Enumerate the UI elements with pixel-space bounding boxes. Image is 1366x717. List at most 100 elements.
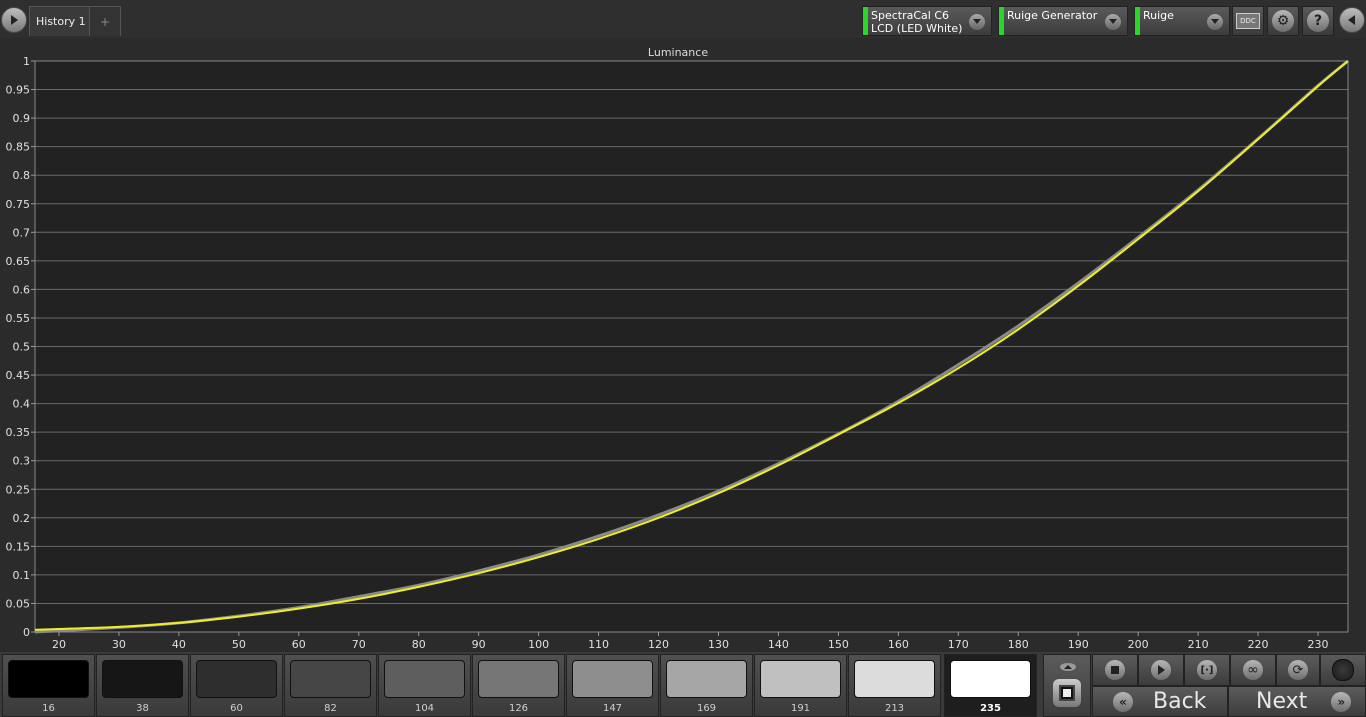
plus-icon: + [99, 14, 111, 29]
swatch-label: 126 [508, 703, 529, 714]
swatch-169[interactable]: 169 [660, 654, 753, 717]
swatch-label: 60 [230, 703, 243, 714]
help-button[interactable]: ? [1302, 6, 1334, 36]
display-status-indicator [1135, 7, 1140, 35]
swatch-104[interactable]: 104 [378, 654, 471, 717]
x-tick-label: 70 [352, 638, 366, 651]
swatch-color [384, 660, 465, 698]
y-tick-label: 0.4 [13, 398, 31, 411]
swatch-82[interactable]: 82 [284, 654, 377, 717]
x-tick-label: 160 [888, 638, 909, 651]
meter-status-indicator [863, 7, 868, 35]
swatch-191[interactable]: 191 [754, 654, 847, 717]
back-label: Back [1153, 689, 1207, 714]
double-right-arrow-icon: » [1331, 691, 1352, 712]
swatch-147[interactable]: 147 [566, 654, 659, 717]
x-tick-label: 50 [232, 638, 246, 651]
swatch-color [8, 660, 89, 698]
generator-dropdown[interactable]: Ruige Generator [998, 6, 1128, 36]
swatch-label: 38 [136, 703, 149, 714]
y-tick-label: 0.1 [13, 569, 31, 582]
swatch-label: 147 [602, 703, 623, 714]
swatch-38[interactable]: 38 [96, 654, 189, 717]
ddc-monitor-icon: DDC [1236, 13, 1260, 29]
x-tick-label: 190 [1068, 638, 1089, 651]
swatch-126[interactable]: 126 [472, 654, 565, 717]
swatch-color [950, 660, 1031, 698]
x-tick-label: 230 [1308, 638, 1329, 651]
expand-panel-button[interactable] [1, 7, 27, 33]
continuous-measure-button[interactable]: ∞ [1230, 654, 1276, 686]
swatch-60[interactable]: 60 [190, 654, 283, 717]
swatch-color [102, 660, 183, 698]
next-label: Next [1256, 689, 1308, 714]
swatch-label: 104 [414, 703, 435, 714]
x-tick-label: 110 [588, 638, 609, 651]
swatch-label: 16 [42, 703, 55, 714]
tab-label: History 1 [36, 15, 86, 28]
x-tick-label: 170 [948, 638, 969, 651]
x-tick-label: 210 [1188, 638, 1209, 651]
refresh-icon: ⟳ [1288, 660, 1308, 680]
swatch-16[interactable]: 16 [2, 654, 95, 717]
swatch-label: 213 [884, 703, 905, 714]
y-tick-label: 0.5 [13, 341, 31, 354]
y-tick-label: 0.15 [6, 540, 31, 553]
window-pattern-icon [1053, 679, 1081, 707]
y-tick-label: 0.45 [6, 369, 31, 382]
x-tick-label: 120 [648, 638, 669, 651]
play-arrow-icon [11, 15, 18, 25]
gear-icon: ⚙ [1272, 10, 1294, 32]
settings-button[interactable]: ⚙ [1267, 6, 1299, 36]
chart-title: Luminance [648, 46, 708, 59]
tab-history-1[interactable]: History 1 [29, 6, 93, 36]
y-tick-label: 0.3 [13, 455, 31, 468]
collapse-panel-button[interactable] [1339, 7, 1365, 33]
x-tick-label: 80 [412, 638, 426, 651]
chevron-down-icon [969, 14, 985, 30]
y-tick-label: 0.65 [6, 255, 31, 268]
top-toolbar: History 1 + SpectraCal C6 LCD (LED White… [0, 0, 1366, 38]
bracket-range-icon: [·] [1197, 660, 1217, 680]
bottom-control-bar: 16 38 60 82 104 126 147 169 191 213 235 [·] ∞ ⟳ « … [0, 652, 1366, 717]
chevron-down-icon [1207, 14, 1223, 30]
add-tab-button[interactable]: + [89, 6, 121, 36]
swatch-color [572, 660, 653, 698]
y-tick-label: 0.6 [13, 283, 31, 296]
x-tick-label: 40 [172, 638, 186, 651]
chevron-down-icon [1105, 14, 1121, 30]
y-tick-label: 0.2 [13, 512, 31, 525]
measure-range-button[interactable]: [·] [1184, 654, 1230, 686]
swatch-color [760, 660, 841, 698]
display-name: Ruige [1143, 9, 1174, 22]
back-button[interactable]: « Back [1092, 686, 1228, 717]
play-button[interactable] [1138, 654, 1184, 686]
refresh-button[interactable]: ⟳ [1276, 654, 1320, 686]
y-tick-label: 0.75 [6, 198, 31, 211]
generator-name: Ruige Generator [1007, 9, 1098, 22]
swatch-label: 235 [980, 703, 1001, 714]
luminance-chart: Luminance 0 0.05 0.1 0.15 0.2 0.25 0.3 0.35 0.4 0… [6, 46, 1349, 651]
x-tick-label: 140 [768, 638, 789, 651]
meter-name: SpectraCal C6 [871, 9, 950, 22]
next-button[interactable]: Next » [1228, 686, 1366, 717]
y-tick-label: 0.25 [6, 483, 31, 496]
x-tick-label: 220 [1248, 638, 1269, 651]
pattern-window-button[interactable] [1043, 654, 1091, 717]
display-dropdown[interactable]: Ruige [1134, 6, 1230, 36]
swatch-color [478, 660, 559, 698]
meter-dropdown[interactable]: SpectraCal C6 LCD (LED White) [862, 6, 992, 36]
x-tick-label: 200 [1128, 638, 1149, 651]
swatch-color [196, 660, 277, 698]
swatch-color [290, 660, 371, 698]
swatch-label: 169 [696, 703, 717, 714]
x-tick-label: 90 [472, 638, 486, 651]
help-icon: ? [1307, 10, 1329, 32]
ddc-button[interactable]: DDC [1232, 6, 1264, 36]
x-tick-label: 30 [112, 638, 126, 651]
stop-button[interactable] [1092, 654, 1138, 686]
infinity-icon: ∞ [1243, 660, 1263, 680]
double-left-arrow-icon: « [1113, 691, 1133, 712]
swatch-213[interactable]: 213 [848, 654, 941, 717]
swatch-235[interactable]: 235 [944, 654, 1037, 717]
